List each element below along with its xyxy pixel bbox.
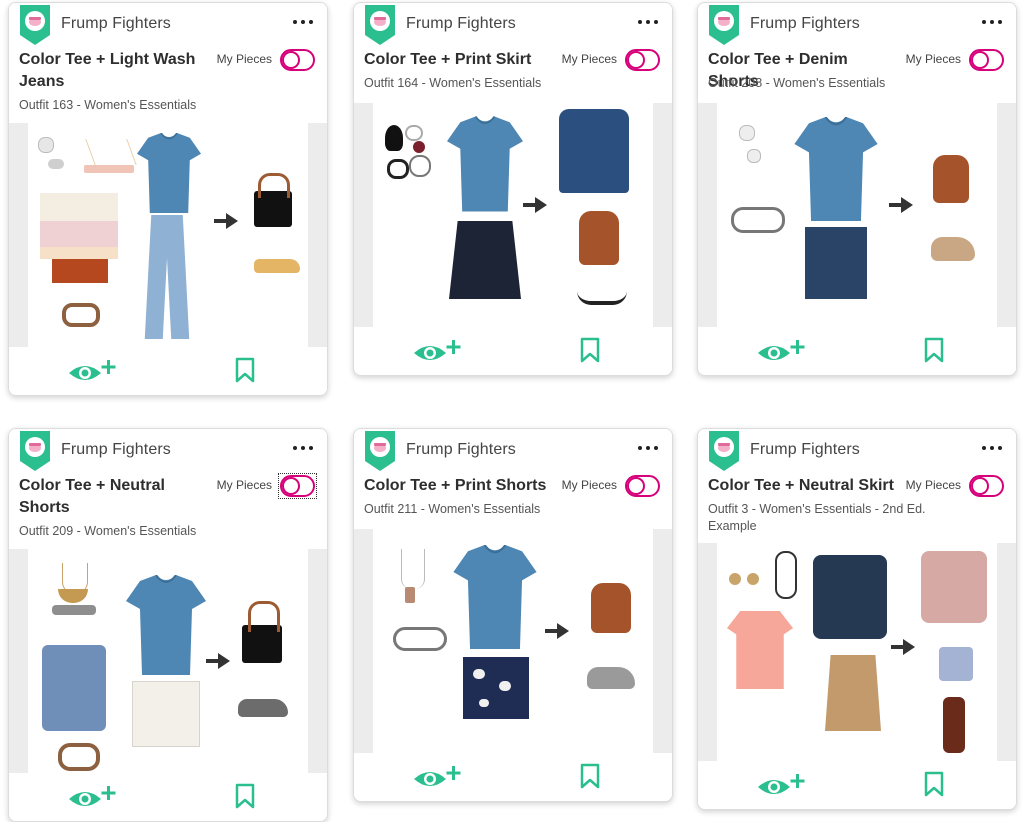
- outfit-subtitle: Outfit 164 - Women's Essentials: [364, 76, 542, 90]
- tee-icon: [136, 133, 202, 213]
- my-pieces-label: My Pieces: [905, 52, 961, 66]
- outfit-title[interactable]: Color Tee + Print Shorts: [364, 475, 554, 497]
- outfit-subtitle: Outfit 163 - Women's Essentials: [19, 98, 197, 112]
- card-header: Frump Fighters Color Tee + Light Wash Je…: [9, 3, 327, 112]
- outfit-card[interactable]: Frump Fighters Color Tee + Denim Shorts …: [697, 2, 1017, 376]
- outfit-image-area: [9, 123, 327, 347]
- my-pieces-label: My Pieces: [905, 478, 961, 492]
- outfit-title[interactable]: Color Tee + Print Skirt: [364, 49, 554, 71]
- view-add-icon[interactable]: [756, 771, 808, 799]
- more-options-icon[interactable]: [638, 443, 658, 453]
- outfit-image[interactable]: [373, 103, 653, 327]
- my-pieces-label: My Pieces: [216, 478, 272, 492]
- more-options-icon[interactable]: [638, 17, 658, 27]
- outfit-image-area: [698, 103, 1016, 327]
- view-add-icon[interactable]: [412, 763, 464, 791]
- bookmark-icon[interactable]: [923, 337, 945, 363]
- arrow-right-icon: [889, 197, 913, 213]
- outfit-image[interactable]: [28, 123, 308, 347]
- brand-name: Frump Fighters: [406, 15, 516, 32]
- brand-logo-icon: [709, 431, 739, 471]
- brand-name: Frump Fighters: [61, 441, 171, 458]
- bookmark-icon[interactable]: [234, 783, 256, 809]
- view-add-icon[interactable]: [412, 337, 464, 365]
- brand-logo-icon: [709, 5, 739, 45]
- brand-logo-icon: [365, 5, 395, 45]
- card-footer: [698, 327, 1016, 375]
- bookmark-icon[interactable]: [579, 337, 601, 363]
- arrow-right-icon: [214, 213, 238, 229]
- outfit-title[interactable]: Color Tee + Light Wash Jeans: [19, 49, 209, 93]
- outfit-title[interactable]: Color Tee + Neutral Skirt: [708, 475, 898, 497]
- outfit-image-area: [354, 529, 672, 753]
- outfit-image-area: [9, 549, 327, 773]
- arrow-right-icon: [891, 639, 915, 655]
- tee-icon: [793, 117, 879, 221]
- outfit-image[interactable]: [28, 549, 308, 773]
- arrow-right-icon: [523, 197, 547, 213]
- bookmark-icon[interactable]: [923, 771, 945, 797]
- my-pieces-toggle[interactable]: [969, 475, 1004, 497]
- more-options-icon[interactable]: [982, 17, 1002, 27]
- outfit-image-area: [354, 103, 672, 327]
- outfit-card[interactable]: Frump Fighters Color Tee + Neutral Skirt…: [697, 428, 1017, 810]
- card-header: Frump Fighters Color Tee + Print Shorts …: [354, 429, 672, 529]
- card-footer: [698, 761, 1016, 809]
- bookmark-icon[interactable]: [579, 763, 601, 789]
- view-add-icon[interactable]: [756, 337, 808, 365]
- brand-name: Frump Fighters: [750, 441, 860, 458]
- outfit-card[interactable]: Frump Fighters Color Tee + Print Skirt O…: [353, 2, 673, 376]
- brand-logo-icon: [365, 431, 395, 471]
- brand-name: Frump Fighters: [61, 15, 171, 32]
- outfit-card[interactable]: Frump Fighters Color Tee + Light Wash Je…: [8, 2, 328, 396]
- card-footer: [354, 753, 672, 801]
- my-pieces-label: My Pieces: [216, 52, 272, 66]
- bookmark-icon[interactable]: [234, 357, 256, 383]
- more-options-icon[interactable]: [293, 443, 313, 453]
- my-pieces-toggle[interactable]: [625, 49, 660, 71]
- card-header: Frump Fighters Color Tee + Neutral Skirt…: [698, 429, 1016, 533]
- my-pieces-toggle[interactable]: [280, 49, 315, 71]
- more-options-icon[interactable]: [293, 17, 313, 27]
- outfit-subtitle: Outfit 211 - Women's Essentials: [364, 502, 541, 516]
- my-pieces-toggle[interactable]: [278, 473, 317, 499]
- outfit-title[interactable]: Color Tee + Neutral Shorts: [19, 475, 209, 519]
- brand-logo-icon: [20, 431, 50, 471]
- card-footer: [9, 773, 327, 821]
- outfit-image[interactable]: [373, 529, 653, 753]
- card-header: Frump Fighters Color Tee + Denim Shorts …: [698, 3, 1016, 103]
- brand-logo-icon: [20, 5, 50, 45]
- outfit-image-area: [698, 543, 1016, 761]
- outfit-card[interactable]: Frump Fighters Color Tee + Print Shorts …: [353, 428, 673, 802]
- card-footer: [9, 347, 327, 395]
- outfit-subtitle: Outfit 208 - Women's Essentials: [708, 76, 886, 90]
- tee-icon: [126, 575, 206, 675]
- outfit-subtitle: Outfit 209 - Women's Essentials: [19, 524, 197, 538]
- card-footer: [354, 327, 672, 375]
- my-pieces-toggle[interactable]: [625, 475, 660, 497]
- tee-icon: [447, 115, 523, 213]
- brand-name: Frump Fighters: [750, 15, 860, 32]
- tee-icon: [453, 545, 537, 649]
- outfit-image[interactable]: [717, 103, 997, 327]
- card-header: Frump Fighters Color Tee + Print Skirt O…: [354, 3, 672, 103]
- brand-name: Frump Fighters: [406, 441, 516, 458]
- view-add-icon[interactable]: [67, 783, 119, 811]
- card-header: Frump Fighters Color Tee + Neutral Short…: [9, 429, 327, 538]
- arrow-right-icon: [206, 653, 230, 669]
- my-pieces-toggle[interactable]: [969, 49, 1004, 71]
- more-options-icon[interactable]: [982, 443, 1002, 453]
- view-add-icon[interactable]: [67, 357, 119, 385]
- outfit-subtitle: Outfit 3 - Women's Essentials - 2nd Ed. …: [708, 502, 926, 533]
- arrow-right-icon: [545, 623, 569, 639]
- my-pieces-label: My Pieces: [561, 52, 617, 66]
- outfit-card[interactable]: Frump Fighters Color Tee + Neutral Short…: [8, 428, 328, 822]
- outfit-image[interactable]: [717, 543, 997, 761]
- my-pieces-label: My Pieces: [561, 478, 617, 492]
